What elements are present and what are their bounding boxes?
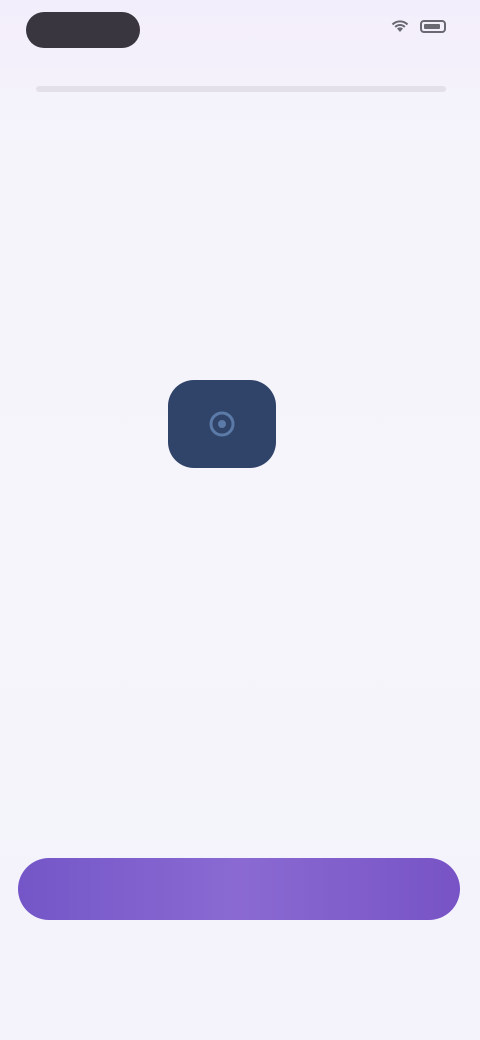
status-time (26, 12, 140, 48)
top-divider (36, 86, 446, 92)
wifi-icon (391, 20, 409, 32)
app-logo-icon (209, 411, 235, 437)
status-bar (0, 0, 480, 60)
app-name (172, 496, 268, 522)
status-icons (390, 19, 446, 33)
primary-button[interactable] (18, 858, 460, 920)
battery-icon (420, 19, 446, 33)
app-logo (168, 380, 276, 468)
